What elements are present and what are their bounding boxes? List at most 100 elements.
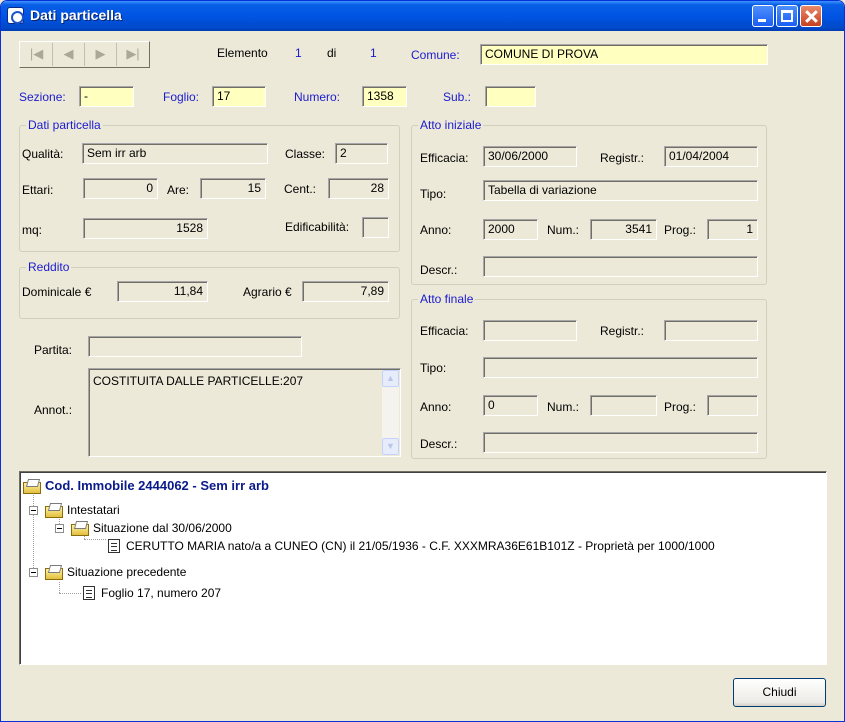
atto-iniziale-title: Atto iniziale	[418, 118, 484, 132]
af-registr-field[interactable]	[664, 320, 758, 341]
tree-situazione-label: Situazione dal 30/06/2000	[93, 521, 232, 535]
annot-text: COSTITUITA DALLE PARTICELLE:207	[93, 374, 304, 388]
sezione-field[interactable]: -	[79, 86, 134, 107]
ai-efficacia-label: Efficacia:	[420, 151, 469, 165]
tree-node-precedente[interactable]: Situazione precedente	[45, 563, 186, 581]
minimize-button[interactable]	[752, 5, 774, 27]
ai-tipo-field[interactable]: Tabella di variazione	[483, 180, 758, 201]
title-bar[interactable]: Dati particella	[1, 1, 844, 31]
agrario-field[interactable]: 7,89	[302, 281, 389, 302]
edificabilita-field[interactable]	[362, 217, 389, 238]
collapse-toggle-icon[interactable]	[29, 568, 38, 577]
are-label: Are:	[167, 183, 190, 197]
document-icon	[108, 539, 120, 553]
tree-node-foglio[interactable]: Foglio 17, numero 207	[83, 584, 221, 602]
numero-field[interactable]: 1358	[362, 86, 407, 107]
af-descr-field[interactable]	[483, 432, 758, 453]
ai-anno-field[interactable]: 2000	[483, 219, 538, 240]
ai-num-field[interactable]: 3541	[590, 219, 657, 240]
tree-line	[84, 539, 106, 540]
ai-prog-label: Prog.:	[664, 223, 697, 237]
af-efficacia-field[interactable]	[483, 320, 577, 341]
window-title: Dati particella	[30, 7, 122, 23]
next-icon: ▶	[95, 46, 106, 61]
ai-descr-label: Descr.:	[420, 263, 458, 277]
tree-node-root[interactable]: Cod. Immobile 2444062 - Sem irr arb	[23, 477, 269, 495]
agrario-label: Agrario €	[243, 285, 292, 299]
last-icon: ▶|	[126, 46, 140, 61]
scroll-up-icon[interactable]: ▲	[382, 370, 399, 387]
immobile-tree[interactable]: Cod. Immobile 2444062 - Sem irr arb Inte…	[19, 471, 827, 665]
af-descr-label: Descr.:	[420, 437, 458, 451]
last-record-button[interactable]: ▶|	[117, 43, 149, 66]
tree-root-label: Cod. Immobile 2444062 - Sem irr arb	[45, 478, 269, 493]
cent-label: Cent.:	[284, 182, 317, 196]
af-num-label: Num.:	[547, 400, 580, 414]
sub-field[interactable]	[485, 86, 536, 107]
close-button[interactable]	[800, 5, 822, 27]
tree-line	[33, 492, 34, 574]
comune-field[interactable]: COMUNE DI PROVA	[480, 44, 768, 65]
open-folder-icon	[45, 565, 63, 580]
tree-foglio-label: Foglio 17, numero 207	[101, 586, 222, 600]
reddito-title: Reddito	[26, 260, 72, 274]
tree-node-situazione[interactable]: Situazione dal 30/06/2000	[71, 519, 232, 537]
partita-field[interactable]	[88, 336, 302, 357]
ai-efficacia-field[interactable]: 30/06/2000	[483, 146, 577, 167]
af-anno-field[interactable]: 0	[483, 395, 538, 416]
open-folder-icon	[71, 521, 89, 536]
annot-scrollbar[interactable]: ▲ ▼	[382, 370, 399, 455]
elemento-label: Elemento	[217, 46, 268, 60]
af-anno-label: Anno:	[420, 400, 452, 414]
numero-label: Numero:	[294, 90, 341, 104]
sub-label: Sub.:	[443, 90, 472, 104]
ettari-field[interactable]: 0	[83, 178, 158, 199]
qualita-label: Qualità:	[22, 147, 64, 161]
af-tipo-label: Tipo:	[420, 361, 447, 375]
collapse-toggle-icon[interactable]	[55, 524, 64, 533]
classe-field[interactable]: 2	[335, 143, 388, 164]
ai-num-label: Num.:	[547, 223, 580, 237]
af-num-field[interactable]	[590, 395, 657, 416]
record-navigator: |◀ ◀ ▶ ▶|	[19, 41, 150, 68]
tree-node-owner[interactable]: CERUTTO MARIA nato/a a CUNEO (CN) il 21/…	[108, 537, 715, 555]
atto-finale-title: Atto finale	[418, 292, 476, 306]
maximize-button[interactable]	[776, 5, 798, 27]
tree-node-intestatari[interactable]: Intestatari	[45, 501, 120, 519]
first-record-button[interactable]: |◀	[21, 43, 53, 66]
ai-registr-field[interactable]: 01/04/2004	[664, 146, 758, 167]
foglio-field[interactable]: 17	[212, 86, 266, 107]
collapse-toggle-icon[interactable]	[29, 506, 38, 515]
open-folder-icon	[23, 479, 41, 494]
af-registr-label: Registr.:	[600, 324, 645, 338]
scroll-down-icon[interactable]: ▼	[382, 438, 399, 455]
dominicale-label: Dominicale €	[22, 285, 92, 299]
prev-record-button[interactable]: ◀	[53, 43, 85, 66]
ai-descr-field[interactable]	[483, 256, 758, 277]
tree-owner-label: CERUTTO MARIA nato/a a CUNEO (CN) il 21/…	[126, 539, 715, 553]
mq-field[interactable]: 1528	[83, 218, 208, 239]
ai-registr-label: Registr.:	[600, 151, 645, 165]
cent-field[interactable]: 28	[328, 178, 389, 199]
annot-memo[interactable]: COSTITUITA DALLE PARTICELLE:207 ▲ ▼	[88, 368, 401, 457]
dati-particella-title: Dati particella	[26, 118, 103, 132]
ai-tipo-label: Tipo:	[420, 187, 447, 201]
classe-label: Classe:	[285, 147, 326, 161]
chiudi-button[interactable]: Chiudi	[733, 678, 826, 707]
document-icon	[83, 586, 95, 600]
dominicale-field[interactable]: 11,84	[117, 281, 208, 302]
af-prog-field[interactable]	[707, 395, 758, 416]
di-label: di	[327, 46, 337, 60]
open-folder-icon	[45, 503, 63, 518]
next-record-button[interactable]: ▶	[85, 43, 117, 66]
prev-icon: ◀	[63, 46, 74, 61]
dati-particella-window: Dati particella |◀ ◀ ▶ ▶| Elemento 1 di …	[0, 0, 845, 722]
ai-prog-field[interactable]: 1	[707, 219, 758, 240]
tree-line	[59, 593, 81, 594]
af-tipo-field[interactable]	[483, 357, 758, 378]
are-field[interactable]: 15	[200, 178, 266, 199]
comune-label: Comune:	[411, 48, 460, 62]
elemento-value: 1	[295, 46, 302, 60]
sezione-label: Sezione:	[19, 90, 66, 104]
qualita-field[interactable]: Sem irr arb	[82, 143, 268, 164]
